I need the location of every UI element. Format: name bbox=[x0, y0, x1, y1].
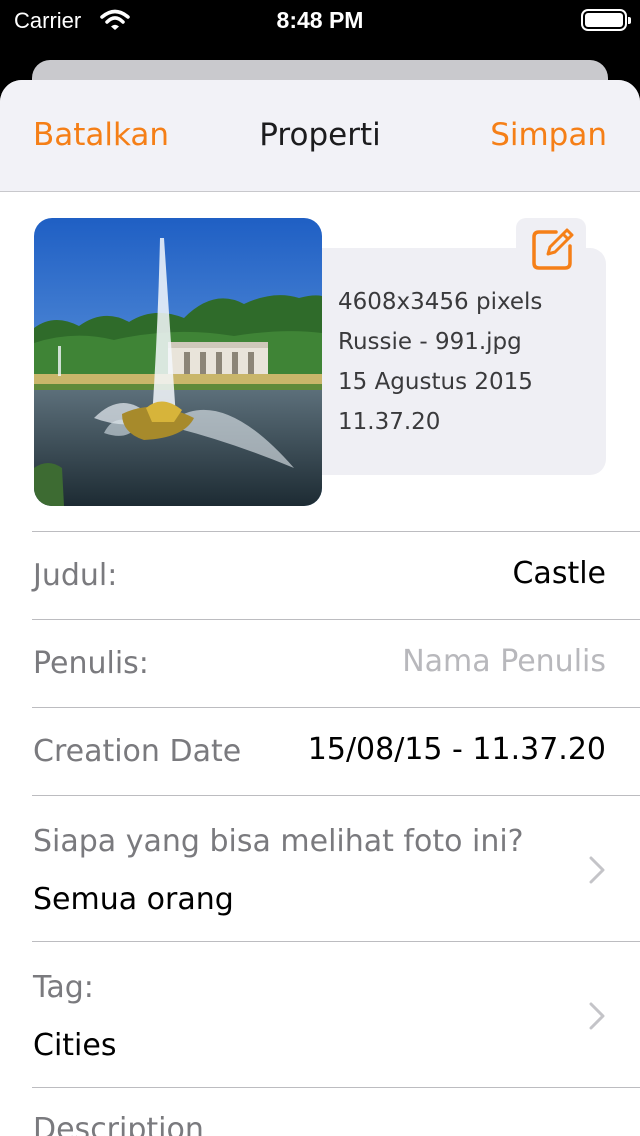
photo-filename: Russie - 991.jpg bbox=[338, 329, 522, 355]
status-bar: Carrier 8:48 PM bbox=[0, 0, 640, 40]
divider bbox=[32, 795, 640, 796]
properties-sheet: Batalkan Properti Simpan 4608x3456 pixel… bbox=[0, 80, 640, 1136]
photo-info-panel: 4608x3456 pixels Russie - 991.jpg 15 Agu… bbox=[300, 248, 606, 475]
divider bbox=[32, 1087, 640, 1088]
navigation-bar: Batalkan Properti Simpan bbox=[0, 80, 640, 192]
tag-label: Tag: bbox=[33, 970, 94, 1005]
photo-date: 15 Agustus 2015 bbox=[338, 369, 533, 395]
divider bbox=[32, 531, 640, 532]
battery-icon bbox=[581, 9, 631, 31]
visibility-label: Siapa yang bisa melihat foto ini? bbox=[33, 824, 524, 859]
chevron-right-icon bbox=[588, 1002, 606, 1034]
photo-dimensions: 4608x3456 pixels bbox=[338, 289, 543, 315]
author-field[interactable]: Nama Penulis bbox=[402, 644, 606, 679]
creation-date-field[interactable]: 15/08/15 - 11.37.20 bbox=[308, 732, 606, 767]
divider bbox=[32, 707, 640, 708]
divider bbox=[32, 619, 640, 620]
photo-thumbnail[interactable] bbox=[34, 218, 322, 506]
title-label: Judul: bbox=[33, 558, 118, 593]
author-label: Penulis: bbox=[33, 646, 149, 681]
photo-time: 11.37.20 bbox=[338, 409, 441, 435]
chevron-right-icon bbox=[588, 856, 606, 888]
description-label[interactable]: Description bbox=[33, 1112, 204, 1136]
title-field[interactable]: Castle bbox=[512, 556, 606, 591]
creation-date-label: Creation Date bbox=[33, 734, 242, 769]
tag-value: Cities bbox=[33, 1028, 117, 1063]
clock: 8:48 PM bbox=[276, 7, 364, 33]
divider bbox=[32, 941, 640, 942]
edit-icon[interactable] bbox=[530, 226, 576, 276]
save-button[interactable]: Simpan bbox=[490, 117, 607, 153]
visibility-value: Semua orang bbox=[33, 882, 234, 917]
edit-tab[interactable] bbox=[516, 218, 586, 278]
